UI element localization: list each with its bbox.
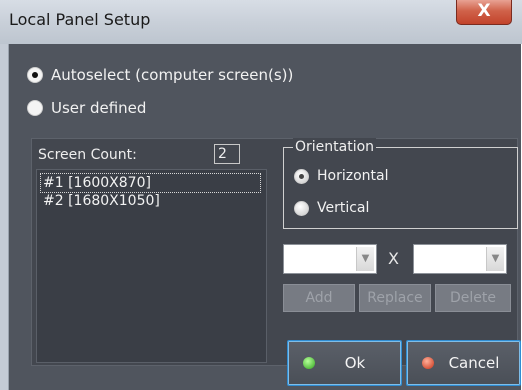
local-panel-setup-dialog: Local Panel Setup X Autoselect (computer…	[0, 0, 522, 390]
ok-label: Ok	[344, 354, 366, 372]
window-title: Local Panel Setup	[9, 10, 151, 29]
vertical-option[interactable]: Vertical	[294, 200, 369, 216]
window-frame	[0, 44, 8, 390]
user-defined-label: User defined	[51, 99, 147, 117]
horizontal-radio[interactable]	[294, 168, 309, 184]
height-select[interactable]: ▼	[413, 244, 507, 274]
autoselect-radio[interactable]	[27, 67, 43, 83]
list-item[interactable]: #1 [1600X870]	[40, 173, 261, 193]
cancel-button[interactable]: Cancel	[406, 340, 521, 386]
vertical-label: Vertical	[317, 200, 370, 216]
screen-count-label: Screen Count:	[38, 147, 137, 163]
horizontal-option[interactable]: Horizontal	[294, 168, 388, 184]
replace-button[interactable]: Replace	[359, 284, 431, 312]
orientation-legend: Orientation	[293, 138, 377, 156]
close-button[interactable]: X	[456, 0, 512, 25]
user-defined-option[interactable]: User defined	[27, 99, 146, 117]
width-select[interactable]: ▼	[283, 244, 377, 274]
add-button[interactable]: Add	[283, 284, 355, 312]
autoselect-label: Autoselect (computer screen(s))	[51, 66, 294, 84]
cancel-label: Cancel	[448, 354, 500, 372]
chevron-down-icon[interactable]: ▼	[356, 247, 374, 271]
user-defined-panel: Screen Count: 2 #1 [1600X870] #2 [1680X1…	[31, 138, 518, 366]
times-separator: X	[388, 249, 399, 268]
close-icon: X	[477, 1, 491, 21]
cancel-status-icon	[422, 357, 434, 369]
title-bar[interactable]: Local Panel Setup X	[0, 0, 522, 44]
user-defined-radio[interactable]	[27, 100, 43, 116]
ok-button[interactable]: Ok	[287, 340, 402, 386]
ok-status-icon	[303, 357, 315, 369]
chevron-down-icon[interactable]: ▼	[486, 247, 504, 271]
vertical-radio[interactable]	[294, 200, 309, 216]
delete-button[interactable]: Delete	[435, 284, 511, 312]
orientation-group: Orientation Horizontal Vertical	[283, 138, 518, 229]
screen-count-field[interactable]: 2	[214, 144, 240, 164]
screen-list[interactable]: #1 [1600X870] #2 [1680X1050]	[36, 169, 267, 363]
dialog-body: Autoselect (computer screen(s)) User def…	[8, 44, 521, 390]
horizontal-label: Horizontal	[317, 168, 389, 184]
autoselect-option[interactable]: Autoselect (computer screen(s))	[27, 66, 293, 84]
list-item[interactable]: #2 [1680X1050]	[41, 192, 162, 210]
